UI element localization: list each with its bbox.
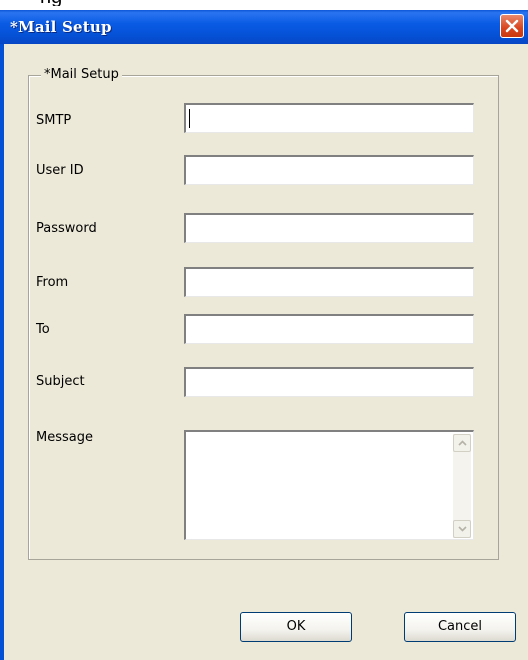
message-scrollbar[interactable] — [453, 434, 471, 538]
window-title: *Mail Setup — [10, 18, 112, 36]
message-label: Message — [36, 430, 93, 445]
user-id-label: User ID — [36, 163, 84, 178]
user-id-input[interactable] — [184, 155, 474, 185]
from-label: From — [36, 275, 69, 290]
title-bar[interactable]: *Mail Setup — [0, 10, 528, 44]
groupbox-label: *Mail Setup — [41, 68, 122, 82]
subject-input[interactable] — [184, 367, 474, 397]
to-label: To — [36, 322, 50, 337]
ok-button[interactable]: OK — [240, 612, 352, 642]
background-text-fragment: ng — [40, 0, 100, 6]
smtp-label: SMTP — [36, 113, 72, 128]
from-input[interactable] — [184, 267, 474, 297]
to-input[interactable] — [184, 314, 474, 344]
subject-label: Subject — [36, 374, 85, 389]
scroll-down-button[interactable] — [453, 520, 471, 538]
close-icon — [505, 19, 519, 33]
close-button[interactable] — [500, 14, 524, 38]
smtp-input[interactable] — [184, 103, 474, 133]
message-textarea[interactable] — [184, 430, 474, 540]
password-input[interactable] — [184, 213, 474, 243]
scroll-up-button[interactable] — [453, 434, 471, 452]
chevron-up-icon — [458, 440, 467, 446]
chevron-down-icon — [458, 526, 467, 532]
cancel-button[interactable]: Cancel — [404, 612, 516, 642]
password-label: Password — [36, 221, 97, 236]
text-caret — [189, 109, 190, 128]
